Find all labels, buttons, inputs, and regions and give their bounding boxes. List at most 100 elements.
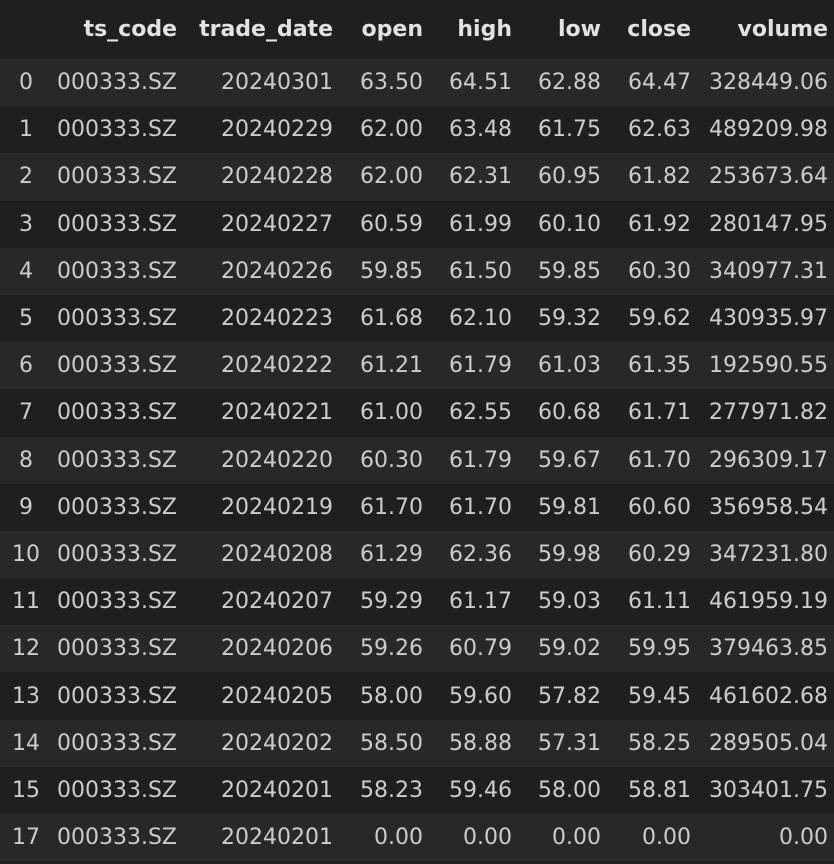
table-row: 13 000333.SZ 20240205 58.00 59.60 57.82 59.45 4…: [0, 672, 834, 720]
volume-cell: 253673.64: [697, 153, 834, 201]
table-row: 0 000333.SZ 20240301 63.50 64.51 62.88 64.47 32…: [0, 59, 834, 107]
high-cell: 61.99: [429, 200, 518, 248]
high-cell: 60.79: [429, 625, 518, 673]
index-column-header: [0, 0, 52, 60]
column-header-trade-date: trade_date: [183, 0, 339, 60]
open-cell: 63.50: [339, 59, 429, 107]
trade-date-cell: 20240205: [183, 672, 339, 720]
volume-cell: 303401.75: [697, 766, 834, 814]
low-cell: 59.81: [518, 483, 607, 531]
high-cell: 62.55: [429, 389, 518, 437]
row-index: 9: [0, 483, 52, 531]
ts-code-cell: 000333.SZ: [52, 578, 183, 626]
column-header-close: close: [607, 0, 697, 60]
high-cell: 59.60: [429, 672, 518, 720]
dataframe-table: ts_code trade_date open high low close v…: [0, 0, 834, 862]
high-cell: 61.70: [429, 483, 518, 531]
high-cell: 62.10: [429, 294, 518, 343]
low-cell: 60.68: [518, 389, 607, 437]
close-cell: 61.35: [607, 342, 697, 390]
column-header-high: high: [429, 0, 518, 60]
table-row: 5 000333.SZ 20240223 61.68 62.10 59.32 59.62 43…: [0, 294, 834, 343]
close-cell: 59.62: [607, 294, 697, 343]
low-cell: 62.88: [518, 59, 607, 107]
column-header-ts-code: ts_code: [52, 0, 183, 60]
low-cell: 59.85: [518, 247, 607, 295]
row-index: 15: [0, 766, 52, 814]
table-row: 1 000333.SZ 20240229 62.00 63.48 61.75 62.63 48…: [0, 106, 834, 154]
high-cell: 61.17: [429, 578, 518, 626]
trade-date-cell: 20240219: [183, 483, 339, 531]
open-cell: 59.85: [339, 247, 429, 295]
ts-code-cell: 000333.SZ: [52, 294, 183, 343]
ts-code-cell: 000333.SZ: [52, 436, 183, 484]
volume-cell: 328449.06: [697, 59, 834, 107]
high-cell: 59.46: [429, 766, 518, 814]
row-index: 7: [0, 389, 52, 437]
ts-code-cell: 000333.SZ: [52, 342, 183, 390]
trade-date-cell: 20240227: [183, 200, 339, 248]
close-cell: 59.45: [607, 672, 697, 720]
volume-cell: 379463.85: [697, 625, 834, 673]
close-cell: 61.92: [607, 200, 697, 248]
volume-cell: 461959.19: [697, 578, 834, 626]
open-cell: 61.29: [339, 530, 429, 579]
trade-date-cell: 20240207: [183, 578, 339, 626]
trade-date-cell: 20240222: [183, 342, 339, 390]
header-row: ts_code trade_date open high low close v…: [0, 0, 834, 60]
table-row: 11 000333.SZ 20240207 59.29 61.17 59.03 61.11 4…: [0, 578, 834, 626]
low-cell: 59.32: [518, 294, 607, 343]
open-cell: 62.00: [339, 106, 429, 154]
low-cell: 0.00: [518, 814, 607, 862]
low-cell: 57.82: [518, 672, 607, 720]
row-index: 1: [0, 106, 52, 154]
high-cell: 61.79: [429, 342, 518, 390]
column-header-open: open: [339, 0, 429, 60]
row-index: 13: [0, 672, 52, 720]
row-index: 11: [0, 578, 52, 626]
trade-date-cell: 20240206: [183, 625, 339, 673]
volume-cell: 340977.31: [697, 247, 834, 295]
close-cell: 60.29: [607, 530, 697, 579]
ts-code-cell: 000333.SZ: [52, 106, 183, 154]
column-header-volume: volume: [697, 0, 834, 60]
trade-date-cell: 20240201: [183, 814, 339, 862]
close-cell: 61.82: [607, 153, 697, 201]
trade-date-cell: 20240220: [183, 436, 339, 484]
trade-date-cell: 20240226: [183, 247, 339, 295]
row-index: 3: [0, 200, 52, 248]
volume-cell: 0.00: [697, 814, 834, 862]
ts-code-cell: 000333.SZ: [52, 814, 183, 862]
open-cell: 58.00: [339, 672, 429, 720]
row-index: 4: [0, 247, 52, 295]
trade-date-cell: 20240208: [183, 530, 339, 579]
open-cell: 61.00: [339, 389, 429, 437]
low-cell: 57.31: [518, 719, 607, 767]
table-row: 8 000333.SZ 20240220 60.30 61.79 59.67 61.70 29…: [0, 436, 834, 484]
table-row: 10 000333.SZ 20240208 61.29 62.36 59.98 60.29 3…: [0, 530, 834, 579]
volume-cell: 356958.54: [697, 483, 834, 531]
ts-code-cell: 000333.SZ: [52, 59, 183, 107]
high-cell: 61.79: [429, 436, 518, 484]
open-cell: 62.00: [339, 153, 429, 201]
ts-code-cell: 000333.SZ: [52, 672, 183, 720]
row-index: 6: [0, 342, 52, 390]
low-cell: 60.10: [518, 200, 607, 248]
trade-date-cell: 20240229: [183, 106, 339, 154]
open-cell: 60.30: [339, 436, 429, 484]
row-index: 17: [0, 814, 52, 862]
ts-code-cell: 000333.SZ: [52, 530, 183, 579]
row-index: 2: [0, 153, 52, 201]
table-row: 2 000333.SZ 20240228 62.00 62.31 60.95 61.82 25…: [0, 153, 834, 201]
open-cell: 61.70: [339, 483, 429, 531]
volume-cell: 277971.82: [697, 389, 834, 437]
close-cell: 61.11: [607, 578, 697, 626]
low-cell: 60.95: [518, 153, 607, 201]
table-row: 3 000333.SZ 20240227 60.59 61.99 60.10 61.92 28…: [0, 200, 834, 248]
table-row: 15 000333.SZ 20240201 58.23 59.46 58.00 58.81 3…: [0, 766, 834, 814]
ts-code-cell: 000333.SZ: [52, 247, 183, 295]
table-row: 6 000333.SZ 20240222 61.21 61.79 61.03 61.35 19…: [0, 342, 834, 390]
volume-cell: 489209.98: [697, 106, 834, 154]
high-cell: 62.36: [429, 530, 518, 579]
close-cell: 60.60: [607, 483, 697, 531]
